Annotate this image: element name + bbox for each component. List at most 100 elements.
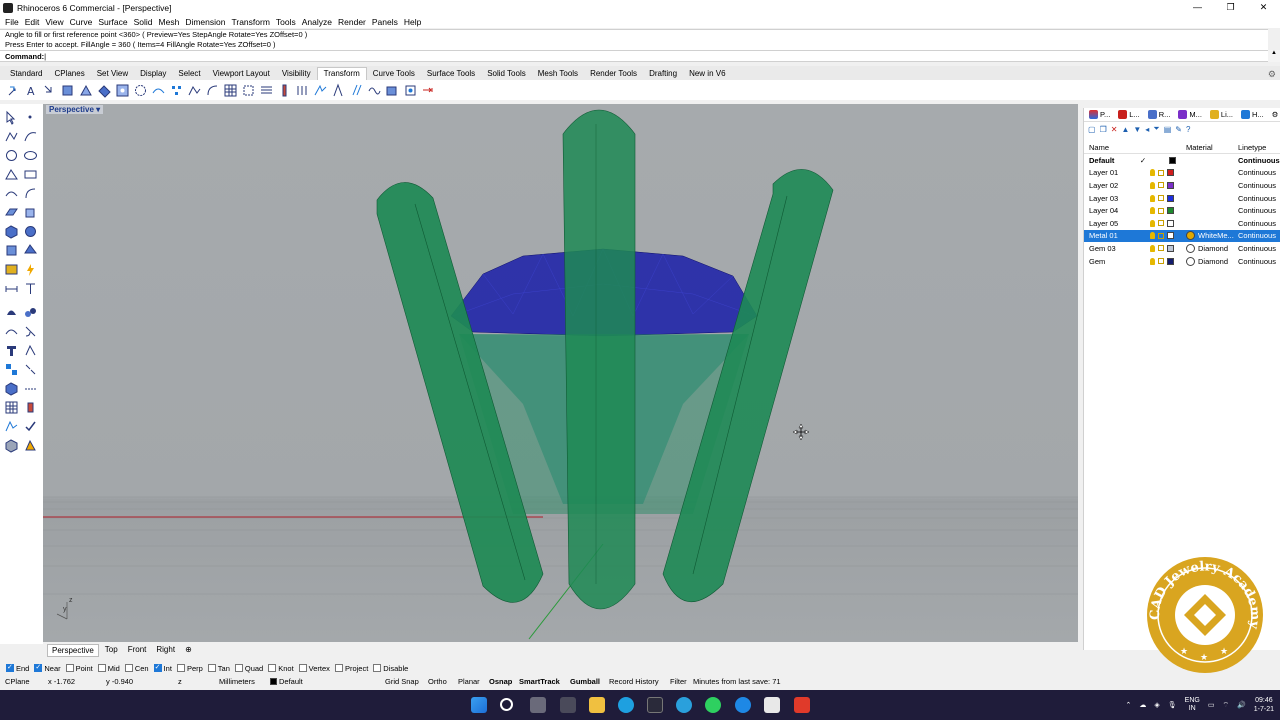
delete-layer-icon[interactable]: ✕ (1111, 125, 1118, 134)
layer-color-swatch[interactable] (1167, 219, 1174, 227)
tab-front[interactable]: Front (124, 644, 151, 657)
material-swatch-icon[interactable] (1186, 256, 1195, 266)
onedrive-icon[interactable]: ☁ (1139, 701, 1146, 709)
mesh-icon[interactable] (23, 243, 38, 258)
bend-icon[interactable] (205, 83, 220, 98)
ellipse-icon[interactable] (23, 148, 38, 163)
task-view-icon[interactable] (530, 697, 546, 713)
tab-standard[interactable]: Standard (4, 68, 48, 80)
splop-icon[interactable] (295, 83, 310, 98)
osnap-toggle[interactable]: Osnap (489, 677, 512, 686)
lock-icon[interactable] (1158, 258, 1164, 265)
material-swatch-icon[interactable] (1186, 243, 1195, 253)
start-windows-icon[interactable] (471, 697, 487, 713)
tab-materials[interactable]: M... (1175, 110, 1205, 119)
menu-view[interactable]: View (42, 17, 66, 27)
layer-color-swatch[interactable] (1167, 207, 1174, 215)
osnap-tan[interactable]: Tan (207, 664, 230, 673)
offset-icon[interactable] (23, 186, 38, 201)
menu-solid[interactable]: Solid (131, 17, 156, 27)
setpt-icon[interactable] (421, 83, 436, 98)
command-scroll-arrow-icon[interactable]: ▲ (1268, 50, 1280, 62)
toolbar-options-icon[interactable]: ⚙ (1268, 69, 1276, 80)
history-icon[interactable] (23, 400, 38, 415)
polyline-icon[interactable] (4, 129, 19, 144)
blend-icon[interactable] (23, 305, 38, 320)
close-button[interactable]: ✕ (1247, 2, 1280, 13)
layer-row-selected[interactable]: Metal 01 WhiteMe... Continuous (1084, 229, 1280, 243)
scale-icon[interactable] (61, 83, 76, 98)
dash-icon[interactable] (23, 381, 38, 396)
osnap-vertex[interactable]: Vertex (298, 664, 330, 673)
security-icon[interactable]: ◈ (1154, 701, 1159, 709)
units-status[interactable]: Millimeters (219, 677, 255, 686)
display-mode-icon[interactable] (4, 438, 19, 453)
clock[interactable]: 09:46 1-7-21 (1254, 696, 1274, 714)
maximize-button[interactable]: ❐ (1214, 2, 1247, 13)
trim-icon[interactable] (4, 324, 19, 339)
language-indicator[interactable]: ENG IN (1185, 697, 1200, 713)
perspective-viewport[interactable]: z y Perspective ▾ (43, 104, 1078, 642)
visibility-bulb-icon[interactable] (1150, 194, 1155, 202)
panel-options-icon[interactable]: ⚙ (1269, 110, 1280, 119)
triangle-icon[interactable] (4, 167, 19, 182)
flow-icon[interactable] (187, 83, 202, 98)
menu-edit[interactable]: Edit (22, 17, 43, 27)
tab-properties[interactable]: P... (1086, 110, 1113, 119)
telegram-icon[interactable] (676, 697, 692, 713)
polar-array-icon[interactable] (133, 83, 148, 98)
lock-icon[interactable] (1158, 207, 1164, 214)
new-layer-icon[interactable]: ▢ (1088, 125, 1096, 134)
lightning-icon[interactable] (23, 262, 38, 277)
visibility-bulb-icon[interactable] (1150, 244, 1155, 252)
volume-icon[interactable]: 🔊 (1237, 701, 1246, 709)
tab-top[interactable]: Top (101, 644, 122, 657)
check-icon[interactable] (23, 419, 38, 434)
layer-row[interactable]: Gem Diamond Continuous (1084, 255, 1280, 268)
viewport-title[interactable]: Perspective ▾ (46, 105, 104, 114)
tab-solid-tools[interactable]: Solid Tools (481, 68, 532, 80)
tab-transform[interactable]: Transform (316, 67, 367, 80)
tab-cplanes[interactable]: CPlanes (48, 68, 90, 80)
tab-new-in-v6[interactable]: New in V6 (683, 68, 731, 80)
text-icon[interactable] (23, 281, 38, 296)
layer-row[interactable]: Layer 03 Continuous (1084, 192, 1280, 205)
copy-icon[interactable]: A (25, 83, 40, 98)
gumball-toggle[interactable]: Gumball (570, 677, 600, 686)
circle-icon[interactable] (4, 148, 19, 163)
surface-icon[interactable] (4, 205, 19, 220)
array-grid-icon[interactable] (4, 400, 19, 415)
store-icon[interactable] (647, 697, 663, 713)
visibility-bulb-icon[interactable] (1150, 207, 1155, 215)
tab-viewport-layout[interactable]: Viewport Layout (207, 68, 276, 80)
tab-perspective[interactable]: Perspective (47, 644, 99, 657)
boxedit-icon[interactable] (385, 83, 400, 98)
move-up-icon[interactable]: ▲ (1121, 125, 1129, 134)
tab-visibility[interactable]: Visibility (276, 68, 317, 80)
maelstrom-icon[interactable] (367, 83, 382, 98)
visibility-bulb-icon[interactable] (1150, 169, 1155, 177)
cage-icon[interactable] (241, 83, 256, 98)
tab-right[interactable]: Right (152, 644, 179, 657)
menu-dimension[interactable]: Dimension (182, 17, 228, 27)
linetype-header[interactable]: Linetype (1238, 143, 1280, 152)
lock-icon[interactable] (1158, 232, 1164, 239)
cplane-status[interactable]: CPlane (5, 677, 30, 686)
osnap-point[interactable]: Point (65, 664, 93, 673)
extrude-icon[interactable] (23, 205, 38, 220)
osnap-project[interactable]: Project (334, 664, 368, 673)
osnap-disable[interactable]: Disable (373, 664, 408, 673)
tab-libraries[interactable]: Li... (1207, 110, 1236, 119)
sphere-icon[interactable] (23, 224, 38, 239)
show-hidden-icons-icon[interactable]: ⌃ (1126, 701, 1132, 709)
tab-curve-tools[interactable]: Curve Tools (367, 68, 421, 80)
orient-icon[interactable] (97, 83, 112, 98)
lock-icon[interactable] (1158, 220, 1164, 227)
layer-row[interactable]: Default ✓ Continuous (1084, 154, 1280, 167)
grid-snap-toggle[interactable]: Grid Snap (385, 677, 419, 686)
bulb-shape-icon[interactable] (4, 305, 19, 320)
split-icon[interactable] (23, 324, 38, 339)
align-icon[interactable] (331, 83, 346, 98)
shear-icon[interactable] (349, 83, 364, 98)
osnap-mid[interactable]: Mid (97, 664, 120, 673)
